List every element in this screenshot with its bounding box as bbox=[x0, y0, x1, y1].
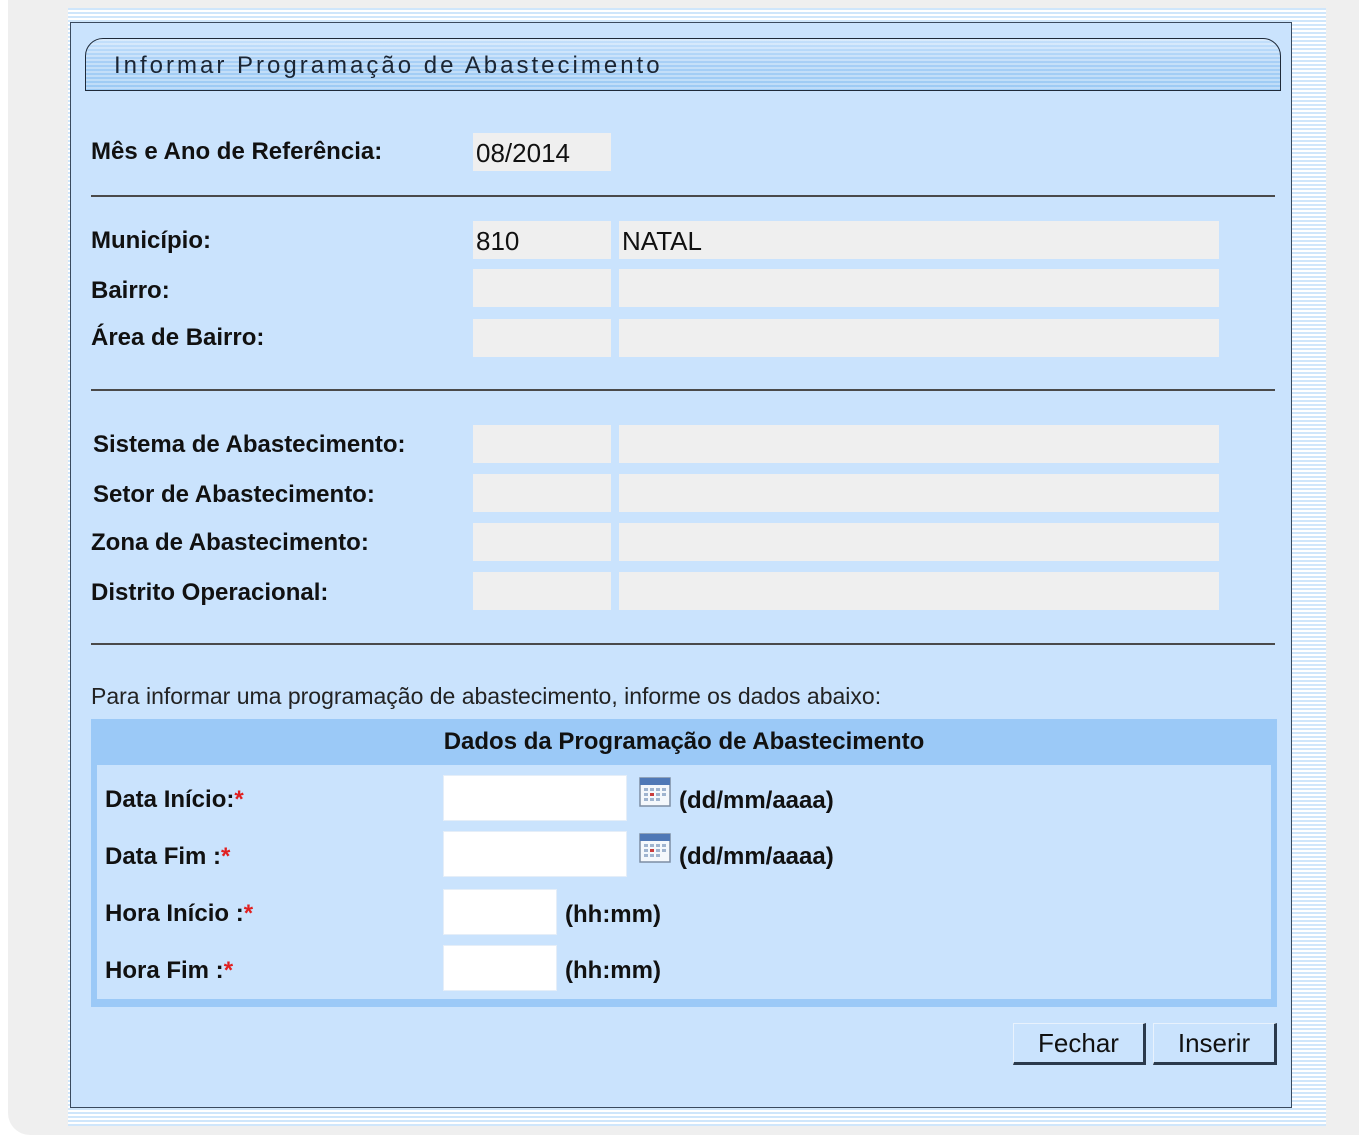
date-format-hint: (dd/mm/aaaa) bbox=[679, 787, 834, 814]
time-format-hint: (hh:mm) bbox=[565, 901, 661, 928]
instructions-text: Para informar uma programação de abastec… bbox=[91, 683, 882, 709]
distrito-name bbox=[619, 572, 1219, 610]
schedule-form: Dados da Programação de Abastecimento Da… bbox=[91, 719, 1277, 1007]
page-title: Informar Programação de Abastecimento bbox=[114, 52, 663, 79]
bairro-code bbox=[473, 269, 611, 307]
zona-label: Zona de Abastecimento: bbox=[91, 529, 369, 556]
form-header: Dados da Programação de Abastecimento bbox=[443, 728, 925, 755]
distrito-code bbox=[473, 572, 611, 610]
data-inicio-input[interactable] bbox=[443, 775, 627, 821]
setor-name bbox=[619, 474, 1219, 512]
reference-label: Mês e Ano de Referência: bbox=[91, 138, 383, 165]
area-bairro-code bbox=[473, 319, 611, 357]
setor-code bbox=[473, 474, 611, 512]
zona-name bbox=[619, 523, 1219, 561]
hora-inicio-label: Hora Início :* bbox=[105, 900, 254, 927]
hora-inicio-input[interactable] bbox=[443, 889, 557, 935]
area-bairro-label: Área de Bairro: bbox=[91, 324, 265, 351]
municipio-name: NATAL bbox=[619, 221, 1219, 259]
title-bar: Informar Programação de Abastecimento bbox=[85, 38, 1281, 91]
insert-button[interactable]: Inserir bbox=[1153, 1023, 1277, 1065]
divider bbox=[91, 643, 1275, 645]
divider bbox=[91, 195, 1275, 197]
calendar-icon[interactable] bbox=[639, 777, 671, 807]
municipio-code: 810 bbox=[473, 221, 611, 259]
divider bbox=[91, 389, 1275, 391]
calendar-icon[interactable] bbox=[639, 833, 671, 863]
bairro-label: Bairro: bbox=[91, 277, 170, 304]
data-inicio-label: Data Início:* bbox=[105, 786, 244, 813]
area-bairro-name bbox=[619, 319, 1219, 357]
required-marker: * bbox=[223, 957, 234, 984]
close-button[interactable]: Fechar bbox=[1013, 1023, 1146, 1065]
reference-value: 08/2014 bbox=[473, 133, 611, 171]
time-format-hint: (hh:mm) bbox=[565, 957, 661, 984]
municipio-label: Município: bbox=[91, 227, 211, 254]
sistema-name bbox=[619, 425, 1219, 463]
sistema-code bbox=[473, 425, 611, 463]
data-fim-input[interactable] bbox=[443, 831, 627, 877]
required-marker: * bbox=[234, 786, 244, 813]
date-format-hint: (dd/mm/aaaa) bbox=[679, 843, 834, 870]
required-marker: * bbox=[221, 843, 231, 870]
zona-code bbox=[473, 523, 611, 561]
hora-fim-input[interactable] bbox=[443, 945, 557, 991]
hora-fim-label: Hora Fim :* bbox=[105, 957, 234, 984]
data-fim-label: Data Fim :* bbox=[105, 843, 231, 870]
required-marker: * bbox=[243, 900, 254, 927]
bairro-name bbox=[619, 269, 1219, 307]
setor-label: Setor de Abastecimento: bbox=[93, 481, 375, 508]
form-body: Data Início:* (dd/mm/aaaa) Data Fim :* (… bbox=[97, 765, 1271, 999]
main-panel: Informar Programação de Abastecimento Mê… bbox=[70, 22, 1292, 1108]
sistema-label: Sistema de Abastecimento: bbox=[93, 431, 406, 458]
distrito-label: Distrito Operacional: bbox=[91, 579, 329, 606]
